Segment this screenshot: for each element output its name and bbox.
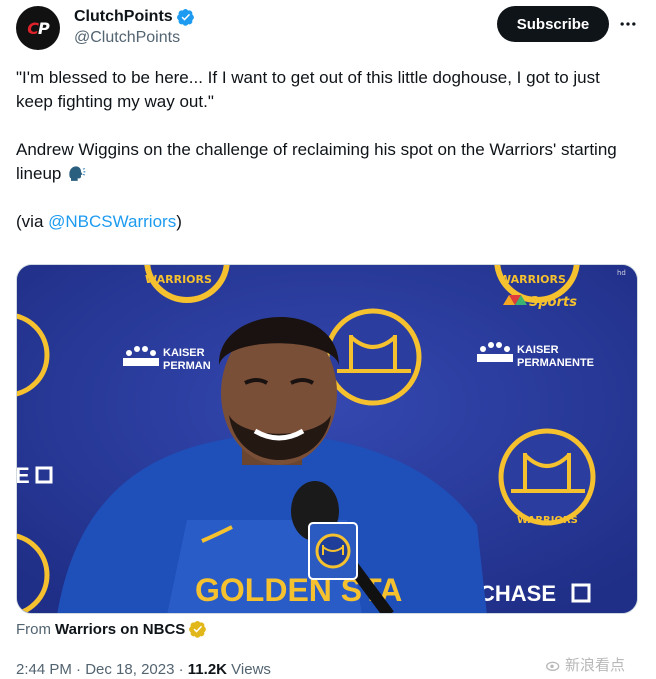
subscribe-button[interactable]: Subscribe <box>497 6 609 42</box>
svg-text:E: E <box>17 463 30 488</box>
svg-text:PERMANENTE: PERMANENTE <box>517 357 594 369</box>
meta-separator: · <box>71 661 86 678</box>
avatar-logo: CP <box>27 18 50 38</box>
source-account-link[interactable]: Warriors on NBCS <box>55 621 185 638</box>
tweet-via: (via @NBCSWarriors) <box>16 210 640 234</box>
media-video[interactable]: WARRIORS WARRIORS WARRIORS KAISER PERMAN <box>16 264 638 614</box>
tweet-time[interactable]: 2:44 PM <box>16 661 72 678</box>
tweet-text: "I'm blessed to be here... If I want to … <box>16 66 640 234</box>
weibo-icon <box>546 661 560 671</box>
meta-separator-2: · <box>174 661 188 678</box>
avatar[interactable]: CP <box>16 6 60 50</box>
media-source: From Warriors on NBCS <box>16 620 207 638</box>
video-frame: WARRIORS WARRIORS WARRIORS KAISER PERMAN <box>17 265 637 613</box>
svg-text:KAISER: KAISER <box>517 344 559 356</box>
warriors-logo-right: WARRIORS <box>498 428 596 526</box>
views-count: 11.2K <box>187 661 227 678</box>
tweet-date[interactable]: Dec 18, 2023 <box>85 661 174 678</box>
views-label: Views <box>227 661 271 678</box>
svg-text:WARRIORS: WARRIORS <box>145 273 212 286</box>
account-info: ClutchPoints @ClutchPoints <box>74 8 195 47</box>
account-name[interactable]: ClutchPoints <box>74 8 173 26</box>
more-options-icon[interactable] <box>614 10 642 38</box>
via-prefix: (via <box>16 212 49 231</box>
svg-text:KAISER: KAISER <box>163 347 205 359</box>
svg-text:WARRIORS: WARRIORS <box>517 515 578 526</box>
account-handle[interactable]: @ClutchPoints <box>74 29 195 47</box>
watermark-text: 新浪看点 <box>565 657 626 674</box>
gold-verified-badge-icon <box>189 620 207 638</box>
chase-logo-right: CHASE <box>479 581 591 606</box>
via-suffix: ) <box>176 212 182 231</box>
svg-text:Sports: Sports <box>529 295 577 310</box>
tweet-quote: "I'm blessed to be here... If I want to … <box>16 68 605 111</box>
verified-badge-icon <box>176 8 194 26</box>
via-mention-link[interactable]: @NBCSWarriors <box>48 212 176 231</box>
warriors-logo-center <box>324 308 422 406</box>
tweet-meta: 2:44 PM · Dec 18, 2023 · 11.2K Views <box>16 661 271 678</box>
svg-text:WARRIORS: WARRIORS <box>499 273 566 286</box>
svg-text:CHASE: CHASE <box>479 581 556 606</box>
speaking-head-icon <box>69 166 86 181</box>
tweet-context-text: Andrew Wiggins on the challenge of recla… <box>16 140 622 183</box>
watermark: 新浪看点 <box>546 654 625 675</box>
video-corner-mark: hd <box>617 269 626 277</box>
source-prefix: From <box>16 620 51 638</box>
tweet-context: Andrew Wiggins on the challenge of recla… <box>16 138 640 186</box>
svg-text:PERMAN: PERMAN <box>163 360 211 372</box>
